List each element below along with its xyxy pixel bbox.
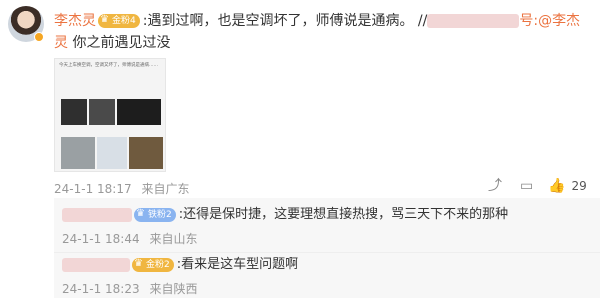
comment-icon: ▭ <box>520 178 534 194</box>
redacted-username <box>427 14 520 28</box>
thumbnail-photo <box>97 137 127 169</box>
reply-text: :看来是这车型问题啊 <box>176 257 299 272</box>
divider <box>54 252 600 253</box>
thumbnail-photo <box>89 99 115 125</box>
thumbnail-caption: 今天上车换空调，空调又坏了，师傅说是通病…… <box>59 63 158 68</box>
thumbnail-photo <box>61 99 87 125</box>
reply-item: 金粉2:看来是这车型问题啊 <box>62 256 298 274</box>
comment-location: 来自广东 <box>141 182 190 196</box>
redacted-username[interactable] <box>62 257 130 272</box>
verified-badge-icon <box>34 32 44 42</box>
reply-location: 来自陕西 <box>149 282 198 296</box>
forward-suffix: 号: <box>519 13 539 29</box>
share-button[interactable]: ⤴ <box>488 178 502 194</box>
redacted-username[interactable] <box>62 207 132 222</box>
comment-username[interactable]: 李杰灵 <box>54 13 96 29</box>
reply-item: 铁粉2:还得是保时捷，这要理想直接热搜，骂三天下不来的那种 <box>62 206 508 224</box>
comment-meta: 24-1-1 18:17 来自广东 <box>54 180 195 197</box>
reply-timestamp: 24-1-1 18:44 <box>62 232 140 246</box>
reply-meta: 24-1-1 18:44 来自山东 <box>62 230 203 247</box>
image-thumbnail[interactable]: 今天上车换空调，空调又坏了，师傅说是通病…… <box>54 58 166 172</box>
comment-body: :遇到过啊，也是空调坏了，师傅说是通病。 <box>142 13 414 29</box>
fan-badge: 铁粉2 <box>134 207 176 222</box>
like-count: 29 <box>571 179 587 193</box>
comment-timestamp: 24-1-1 18:17 <box>54 182 132 196</box>
like-button[interactable]: 👍 29 <box>548 178 587 194</box>
reply-timestamp: 24-1-1 18:23 <box>62 282 140 296</box>
comment-text: 李杰灵金粉4:遇到过啊，也是空调坏了，师傅说是通病。 //号:@李杰灵 你之前遇… <box>54 10 594 54</box>
replies-section: 铁粉2:还得是保时捷，这要理想直接热搜，骂三天下不来的那种 24-1-1 18:… <box>54 198 600 298</box>
fan-badge: 金粉2 <box>132 257 174 272</box>
fan-badge: 金粉4 <box>98 13 140 28</box>
forward-separator: // <box>417 13 428 29</box>
reply-text: :还得是保时捷，这要理想直接热搜，骂三天下不来的那种 <box>178 207 509 222</box>
thumbnail-photo <box>129 137 163 169</box>
thumbnail-photo <box>61 137 95 169</box>
reply-location: 来自山东 <box>149 232 198 246</box>
reply-button[interactable]: ▭ <box>520 178 533 194</box>
thumbs-up-icon: 👍 <box>548 178 566 194</box>
share-icon: ⤴ <box>488 178 502 194</box>
comment-tail: 你之前遇见过没 <box>72 35 171 51</box>
reply-meta: 24-1-1 18:23 来自陕西 <box>62 280 203 297</box>
thumbnail-photo <box>117 99 161 125</box>
